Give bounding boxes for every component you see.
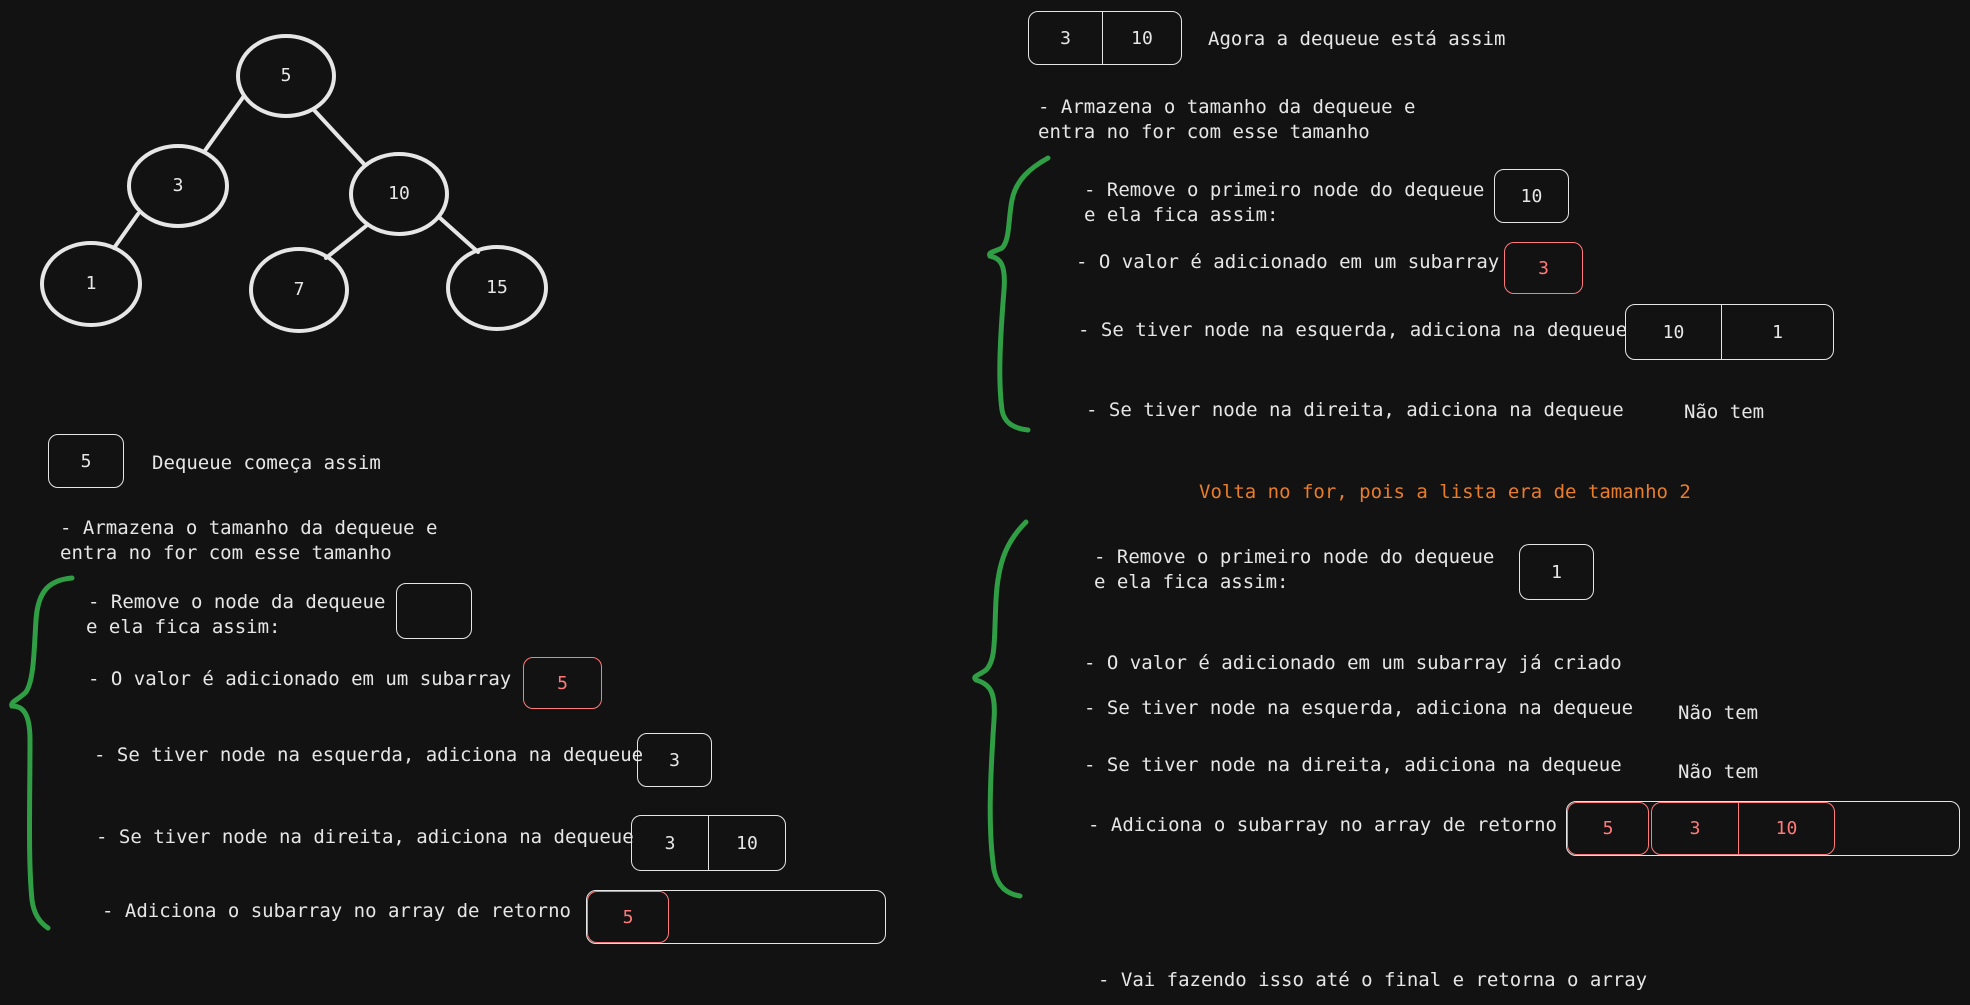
- right-store-line2: entra no for com esse tamanho: [1038, 121, 1370, 143]
- left-right-node: - Se tiver node na direita, adiciona na …: [96, 826, 634, 848]
- edge-5-3: [202, 94, 246, 154]
- left-return-cell-1: 5: [587, 891, 669, 943]
- final-note: - Vai fazendo isso até o final e retorna…: [1098, 969, 1648, 991]
- right-deque-now-cell-2: 10: [1102, 12, 1181, 64]
- left-add-subarray: - Adiciona o subarray no array de retorn…: [102, 900, 571, 922]
- left-right-node-deque: 3 10: [631, 815, 786, 871]
- right-deque-now: 3 10: [1028, 11, 1182, 65]
- step2-return-cell-1: 5: [1567, 802, 1649, 855]
- step1-remove-line1: - Remove o primeiro node do dequeue: [1084, 179, 1485, 201]
- step1-left-node-cell-2: 1: [1721, 305, 1833, 359]
- step2-left-node: - Se tiver node na esquerda, adiciona na…: [1084, 697, 1634, 719]
- edge-10-7: [324, 224, 368, 260]
- brace-left: [9, 575, 75, 931]
- step1-value-added: - O valor é adicionado em um subarray: [1076, 251, 1500, 273]
- step2-remove-line1: - Remove o primeiro node do dequeue: [1094, 546, 1495, 568]
- brace-right-top: [987, 155, 1051, 433]
- step2-return-cell-2: 3 10: [1651, 802, 1835, 855]
- right-store-line1: - Armazena o tamanho da dequeue e: [1038, 96, 1416, 118]
- step2-remove-line2: e ela fica assim:: [1094, 571, 1289, 593]
- step2-add-subarray: - Adiciona o subarray no array de retorn…: [1088, 814, 1557, 836]
- step2-return-cell-2a: 3: [1689, 818, 1701, 839]
- edge-3-1: [112, 212, 140, 250]
- left-store-line2: entra no for com esse tamanho: [60, 542, 392, 564]
- left-subarray-value: 5: [557, 672, 568, 694]
- step1-right-node-result: Não tem: [1684, 401, 1765, 423]
- left-right-node-cell-1: 3: [664, 832, 676, 854]
- left-return-array: 5: [586, 890, 886, 944]
- right-deque-now-caption: Agora a dequeue está assim: [1208, 28, 1506, 50]
- tree-node-7-label: 7: [294, 279, 305, 300]
- left-value-added: - O valor é adicionado em um subarray: [88, 668, 512, 690]
- step1-remove-line2: e ela fica assim:: [1084, 204, 1279, 226]
- left-left-node-value: 3: [669, 749, 680, 771]
- step1-left-node-cell-1: 10: [1662, 321, 1685, 343]
- step2-remove-box: 1: [1519, 544, 1594, 600]
- left-remove-line2: e ela fica assim:: [86, 616, 281, 638]
- step2-remove-value: 1: [1551, 561, 1562, 583]
- step1-right-node: - Se tiver node na direita, adiciona na …: [1086, 399, 1624, 421]
- edge-5-10: [312, 108, 366, 166]
- step2-left-node-result: Não tem: [1678, 702, 1759, 724]
- brace-right-bottom: [972, 519, 1029, 899]
- tree-node-10-label: 10: [388, 183, 410, 204]
- step1-subarray-box: 3: [1504, 242, 1583, 294]
- edge-10-15: [438, 216, 480, 254]
- step1-remove-value: 10: [1520, 185, 1543, 207]
- right-deque-now-cell-1: 3: [1060, 27, 1071, 49]
- step2-return-array: 5 3 10: [1566, 801, 1960, 856]
- left-left-node-box: 3: [637, 733, 712, 787]
- left-empty-deque-box: [396, 583, 472, 639]
- back-to-for-note: Volta no for, pois a lista era de tamanh…: [1199, 481, 1691, 503]
- left-store-line1: - Armazena o tamanho da dequeue e: [60, 517, 438, 539]
- step1-left-node: - Se tiver node na esquerda, adiciona na…: [1078, 319, 1628, 341]
- tree-node-5-label: 5: [281, 65, 292, 86]
- step1-subarray-value: 3: [1538, 257, 1549, 279]
- left-remove-line1: - Remove o node da dequeue: [88, 591, 386, 613]
- tree-node-3-label: 3: [173, 175, 184, 196]
- step2-return-cell-2b: 10: [1738, 803, 1834, 854]
- left-left-node: - Se tiver node na esquerda, adiciona na…: [94, 744, 644, 766]
- step2-right-node: - Se tiver node na direita, adiciona na …: [1084, 754, 1622, 776]
- step2-value-added: - O valor é adicionado em um subarray já…: [1084, 652, 1622, 674]
- tree-node-15-label: 15: [486, 277, 508, 298]
- deque-start-box: 5: [48, 434, 124, 488]
- deque-start-value: 5: [80, 450, 92, 472]
- step1-remove-box: 10: [1494, 169, 1569, 223]
- tree-node-1-label: 1: [86, 273, 97, 294]
- left-subarray-box: 5: [523, 657, 602, 709]
- left-right-node-cell-2: 10: [708, 816, 785, 870]
- step1-left-node-deque: 10 1: [1625, 304, 1834, 360]
- deque-start-caption: Dequeue começa assim: [152, 452, 381, 474]
- step2-right-node-result: Não tem: [1678, 761, 1759, 783]
